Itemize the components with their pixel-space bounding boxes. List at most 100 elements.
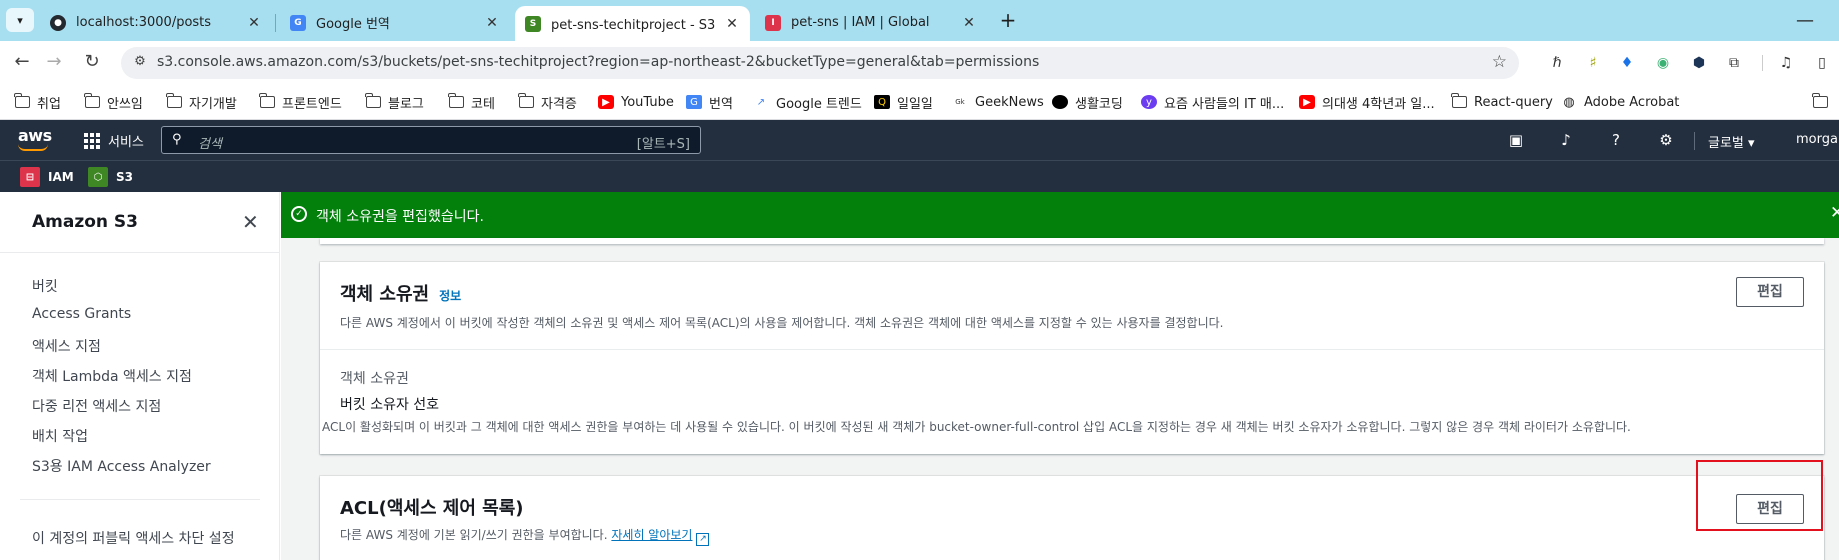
card-title: 객체 소유권 정보 [340,284,462,305]
search-icon: ⚲ [172,132,182,147]
browser-tab-google-translate[interactable]: G Google 번역 ✕ [280,6,510,39]
bookmark-item[interactable]: ◍ Adobe Acrobat [1561,93,1679,111]
extension-ladder-icon[interactable]: ♯ [1583,53,1603,73]
tab-divider [275,14,276,32]
annotation-highlight-box [1696,460,1823,531]
bookmark-item[interactable]: 블로그 [365,93,424,112]
bookmark-item[interactable]: Gk GeekNews [952,93,1043,111]
info-link[interactable]: 정보 [439,289,461,303]
bookmark-item[interactable]: 코테 [448,93,495,112]
favorite-s3[interactable]: ⬡ S3 [88,167,133,187]
address-bar[interactable]: ⚙ s3.console.aws.amazon.com/s3/buckets/p… [121,47,1519,79]
sidebar-item-iam-access-analyzer[interactable]: S3용 IAM Access Analyzer [32,456,211,476]
bookmark-star-icon[interactable]: ☆ [1492,52,1507,72]
help-icon[interactable]: ? [1606,131,1626,151]
dot-icon [1052,95,1068,109]
folder-icon [259,93,275,109]
object-ownership-label: 객체 소유권 [340,371,409,387]
grid-icon [84,132,100,149]
browser-tab-strip: ▾ ● localhost:3000/posts ✕ G Google 번역 ✕… [0,0,1839,41]
bookmark-overflow-folder[interactable] [1812,93,1835,111]
bookmark-item[interactable]: 자기개발 [166,93,237,112]
bookmark-item[interactable]: 생활코딩 [1052,93,1123,112]
account-menu[interactable]: morgan [1796,132,1839,147]
external-link-icon: ↗ [696,533,710,546]
sidebar-item-lambda-access-points[interactable]: 객체 Lambda 액세스 지점 [32,366,192,386]
browser-tab-localhost[interactable]: ● localhost:3000/posts ✕ [40,6,272,39]
q-icon: Q [874,95,890,109]
close-icon[interactable]: ✕ [724,16,740,32]
notifications-bell-icon[interactable]: ♪ [1556,131,1576,151]
cloudshell-icon[interactable]: ▣ [1506,131,1526,151]
minimize-window-button[interactable]: — [1796,10,1814,31]
bookmark-item[interactable]: y 요즘 사람들의 IT 매... [1141,93,1284,112]
extension-react-devtools-icon[interactable]: ⬢ [1689,53,1709,73]
nav-divider [1694,132,1695,150]
tab-title: pet-sns-techitproject - S3 버킷 [551,18,718,33]
settings-gear-icon[interactable]: ⚙ [1656,131,1676,151]
region-selector[interactable]: 글로벌 ▾ [1708,132,1755,151]
forward-button[interactable]: → [42,51,66,75]
extension-wappalyzer-icon[interactable]: ♦ [1617,53,1637,73]
iam-icon: I [765,14,781,31]
bookmark-item[interactable]: ↗ Google 트렌드 [753,93,862,112]
close-icon[interactable]: ✕ [961,15,977,31]
close-icon[interactable]: ✕ [484,15,500,31]
folder-icon [1812,93,1828,109]
sidebar-item-buckets[interactable]: 버킷 [32,276,58,296]
bookmark-item[interactable]: ▶ YouTube [598,93,674,111]
sidebar-item-batch-operations[interactable]: 배치 작업 [32,426,88,446]
extension-h-icon[interactable]: ℏ [1547,53,1567,73]
acl-card: ACL(액세스 제어 목록) 다른 AWS 계정에 기본 읽기/쓰기 권한을 부… [320,476,1824,560]
services-menu-button[interactable]: 서비스 [84,131,144,150]
bookmark-item[interactable]: 취업 [14,93,61,112]
close-icon[interactable]: ✕ [242,210,259,234]
edit-object-ownership-button[interactable]: 편집 [1736,277,1804,307]
sidebar-item-access-points[interactable]: 액세스 지점 [32,336,101,356]
favorite-iam[interactable]: ⊟ IAM [20,167,74,187]
tab-title: pet-sns | IAM | Global [791,15,930,30]
bookmark-item[interactable]: G 번역 [686,93,733,112]
s3-icon: S [525,15,541,32]
bookmarks-bar: 취업 안쓰임 자기개발 프론트엔드 블로그 코테 자격증 ▶ YouTube G번… [0,84,1839,120]
github-icon: ● [50,14,66,31]
tab-search-button[interactable]: ▾ [6,8,34,32]
search-shortcut-hint: [알트+S] [636,137,690,152]
bookmark-item[interactable]: React-query [1451,93,1553,111]
side-panel-icon[interactable]: ▯ [1812,53,1832,73]
success-check-icon: ✓ [291,206,307,222]
sidebar-item-multi-region-access-points[interactable]: 다중 리전 액세스 지점 [32,396,161,416]
iam-icon: ⊟ [20,167,40,187]
trends-icon: ↗ [756,96,766,108]
browser-tab-s3[interactable]: S pet-sns-techitproject - S3 버킷 ✕ [515,6,750,41]
sidebar-item-access-grants[interactable]: Access Grants [32,306,131,322]
s3-icon: ⬡ [88,167,108,187]
bookmark-item[interactable]: 프론트엔드 [259,93,342,112]
bookmark-item[interactable]: Q 일일일 [874,93,933,112]
folder-icon [84,93,100,109]
s3-side-navigation: Amazon S3 ✕ 버킷 Access Grants 액세스 지점 객체 L… [0,192,280,560]
extension-color-picker-icon[interactable]: ◉ [1653,53,1673,73]
object-ownership-note: ACL이 활성화되며 이 버킷과 그 객체에 대한 액세스 권한을 부여하는 데… [322,420,1631,434]
back-button[interactable]: ← [10,51,34,75]
media-control-icon[interactable]: ♫ [1776,53,1796,73]
folder-icon [1451,93,1467,109]
close-icon[interactable]: ✕ [246,15,262,31]
bookmark-item[interactable]: ▶ 의대생 4학년과 일... [1299,93,1435,112]
folder-icon [518,93,534,109]
browser-tab-iam[interactable]: I pet-sns | IAM | Global ✕ [755,6,987,39]
card-description: 다른 AWS 계정에서 이 버킷에 작성한 객체의 소유권 및 액세스 제어 목… [340,316,1224,330]
bookmark-item[interactable]: 안쓰임 [84,93,143,112]
bookmark-item[interactable]: 자격증 [518,93,577,112]
close-icon[interactable]: ✕ [1830,203,1839,223]
new-tab-button[interactable]: + [995,9,1021,33]
main-content: 객체 소유권 정보 다른 AWS 계정에서 이 버킷에 작성한 객체의 소유권 및… [281,238,1839,560]
tab-title: localhost:3000/posts [76,15,212,30]
sidebar-item-block-public-access[interactable]: 이 계정의 퍼블릭 액세스 차단 설정 [32,528,235,548]
aws-search-input[interactable]: ⚲ 검색 [알트+S] [161,126,701,154]
learn-more-link[interactable]: 자세히 알아보기 [611,528,692,542]
reload-button[interactable]: ↻ [80,51,104,75]
extensions-puzzle-icon[interactable]: ⧉ [1724,53,1744,73]
site-info-icon[interactable]: ⚙ [131,54,149,72]
aws-logo[interactable]: aws [18,126,52,151]
